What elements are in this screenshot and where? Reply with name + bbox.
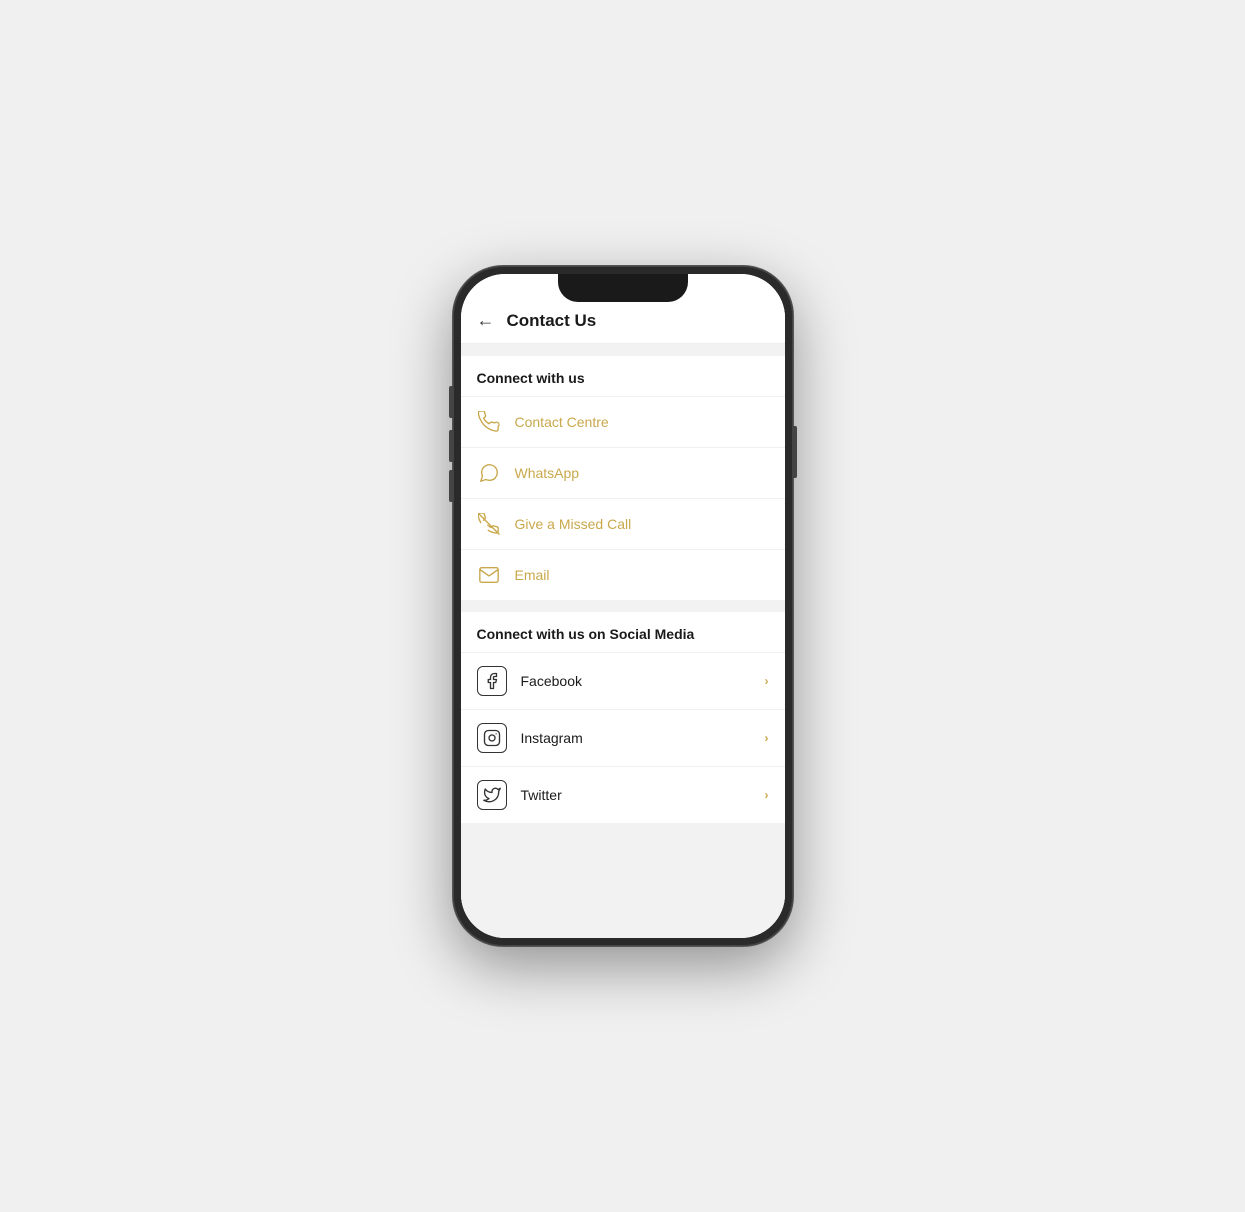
twitter-label: Twitter: [521, 787, 751, 803]
contact-centre-label: Contact Centre: [515, 414, 609, 430]
phone-screen: ← Contact Us Connect with us Cont: [461, 274, 785, 938]
missed-call-label: Give a Missed Call: [515, 516, 632, 532]
instagram-item[interactable]: Instagram ›: [461, 709, 785, 766]
missed-call-icon: [477, 512, 501, 536]
connect-section: Connect with us Contact Centre: [461, 356, 785, 600]
content-area: Connect with us Contact Centre: [461, 344, 785, 938]
bottom-space: [461, 823, 785, 883]
whatsapp-item[interactable]: WhatsApp: [461, 447, 785, 498]
facebook-label: Facebook: [521, 673, 751, 689]
email-label: Email: [515, 567, 550, 583]
whatsapp-icon: [477, 461, 501, 485]
email-item[interactable]: Email: [461, 549, 785, 600]
twitter-icon: [477, 780, 507, 810]
twitter-chevron: ›: [765, 788, 769, 802]
missed-call-item[interactable]: Give a Missed Call: [461, 498, 785, 549]
facebook-chevron: ›: [765, 674, 769, 688]
connect-section-title: Connect with us: [461, 356, 785, 396]
social-section: Connect with us on Social Media Facebook…: [461, 612, 785, 823]
social-section-title: Connect with us on Social Media: [461, 612, 785, 652]
page-title: Contact Us: [507, 311, 597, 331]
screen: ← Contact Us Connect with us Cont: [461, 274, 785, 938]
notch: [558, 274, 688, 302]
instagram-label: Instagram: [521, 730, 751, 746]
back-button[interactable]: ←: [477, 310, 495, 331]
phone-frame: ← Contact Us Connect with us Cont: [453, 266, 793, 946]
facebook-icon: [477, 666, 507, 696]
facebook-item[interactable]: Facebook ›: [461, 652, 785, 709]
email-icon: [477, 563, 501, 587]
phone-icon: [477, 410, 501, 434]
twitter-item[interactable]: Twitter ›: [461, 766, 785, 823]
instagram-icon: [477, 723, 507, 753]
whatsapp-label: WhatsApp: [515, 465, 580, 481]
instagram-chevron: ›: [765, 731, 769, 745]
contact-centre-item[interactable]: Contact Centre: [461, 396, 785, 447]
